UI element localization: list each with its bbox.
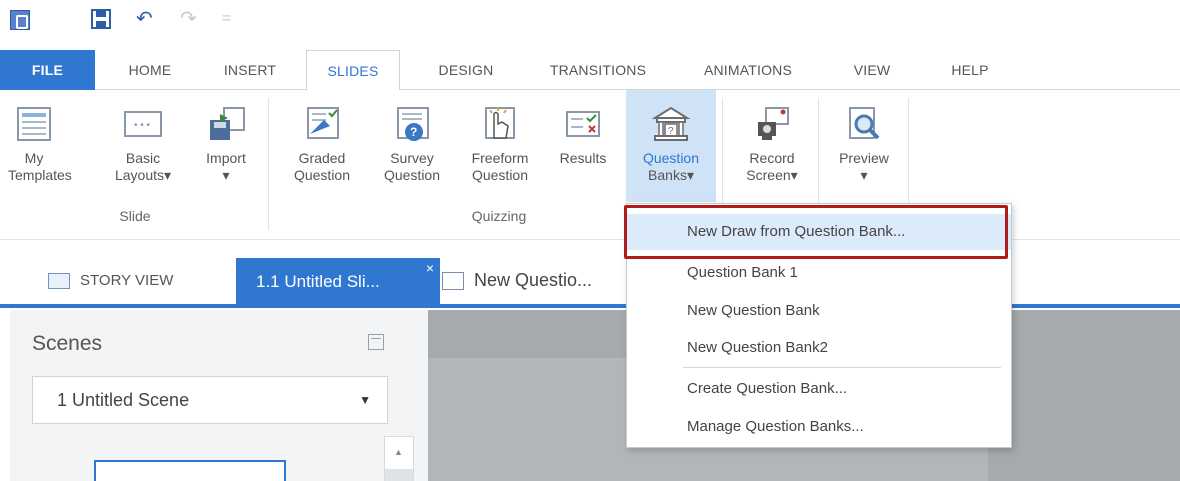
ribbon-separator: [268, 98, 269, 230]
story-view-icon: [48, 273, 70, 290]
import-button[interactable]: Import ▾: [194, 90, 258, 184]
survey-question-button[interactable]: ? Survey Question: [376, 90, 448, 184]
slide-thumbnail[interactable]: [94, 460, 286, 481]
menu-item-label: Create Question Bank...: [687, 380, 848, 397]
story-view-label: STORY VIEW: [80, 272, 174, 289]
app-logo-icon: [10, 10, 30, 30]
ribbon-tabs: FILE HOME INSERT SLIDES DESIGN TRANSITIONS ANI…: [0, 50, 1180, 91]
basic-layouts-label-2: Layouts▾: [114, 167, 172, 183]
results-button[interactable]: Results: [550, 90, 616, 167]
tab-slides[interactable]: SLIDES: [306, 50, 400, 91]
graded-question-button[interactable]: Graded Question: [282, 90, 362, 184]
question-banks-button[interactable]: ? Question Banks▾: [626, 90, 716, 202]
svg-text:• • •: • • •: [134, 120, 151, 131]
freeform-question-button[interactable]: Freeform Question: [458, 90, 542, 184]
results-icon: [566, 111, 600, 137]
my-templates-label-2: Templates: [8, 167, 72, 183]
layouts-icon: • • •: [124, 111, 162, 137]
redo-icon[interactable]: ↷: [180, 8, 197, 30]
restore-panel-icon[interactable]: [368, 334, 384, 350]
survey-question-label-2: Question: [383, 167, 441, 183]
story-view-tab[interactable]: STORY VIEW: [48, 272, 174, 290]
scene-selector[interactable]: 1 Untitled Scene ▼: [32, 376, 388, 424]
freeform-question-icon: [485, 107, 515, 139]
results-label: Results: [559, 150, 607, 166]
question-banks-label-2: Banks▾: [648, 167, 694, 183]
question-tab[interactable]: New Questio...: [442, 270, 592, 291]
survey-question-icon: ?: [397, 107, 429, 141]
preview-caret: ▾: [860, 167, 868, 183]
scenes-title: Scenes: [32, 332, 103, 355]
preview-label: Preview: [839, 150, 889, 166]
scenes-scrollbar[interactable]: ▲: [384, 436, 414, 481]
import-label: Import: [206, 150, 246, 166]
menu-item-new-question-bank2[interactable]: New Question Bank2: [627, 330, 1011, 366]
save-icon[interactable]: [90, 8, 112, 35]
menu-item-create-question-bank[interactable]: Create Question Bank...: [627, 371, 1011, 407]
question-tab-label: New Questio...: [474, 270, 593, 290]
tab-home[interactable]: HOME: [117, 50, 183, 90]
menu-item-label: New Question Bank: [687, 302, 820, 319]
menu-item-new-question-bank[interactable]: New Question Bank: [627, 293, 1011, 329]
my-templates-label: My: [24, 150, 44, 166]
menu-item-label: Question Bank 1: [687, 264, 798, 281]
customize-qat-icon[interactable]: =: [222, 8, 231, 30]
scroll-up-icon[interactable]: ▲: [394, 447, 403, 457]
group-label-slide: Slide: [119, 208, 151, 224]
group-label-quizzing: Quizzing: [471, 208, 527, 224]
menu-item-label: New Question Bank2: [687, 339, 828, 356]
menu-item-question-bank-1[interactable]: Question Bank 1: [627, 255, 1011, 291]
preview-button[interactable]: Preview ▾: [826, 90, 902, 184]
record-screen-label: Record: [749, 150, 795, 166]
slide-tab-label: 1.1 Untitled Sli...: [256, 272, 380, 291]
slide-tab-active[interactable]: 1.1 Untitled Sli... ×: [236, 258, 440, 306]
basic-layouts-button[interactable]: • • • Basic Layouts▾: [112, 90, 174, 184]
question-banks-menu: New Draw from Question Bank... Question …: [626, 203, 1012, 448]
scene-selector-value: 1 Untitled Scene: [57, 390, 190, 410]
question-banks-label: Question: [642, 150, 700, 166]
tab-transitions[interactable]: TRANSITIONS: [538, 50, 658, 90]
record-screen-label-2: Screen▾: [746, 167, 798, 183]
import-caret: ▾: [222, 167, 230, 183]
tab-design[interactable]: DESIGN: [431, 50, 501, 90]
close-tab-icon[interactable]: ×: [426, 244, 434, 292]
graded-question-icon: [307, 107, 339, 139]
scroll-thumb[interactable]: [385, 469, 413, 481]
import-icon: [210, 107, 245, 140]
preview-icon: [849, 107, 880, 140]
basic-layouts-label: Basic: [125, 150, 161, 166]
menu-item-new-draw[interactable]: New Draw from Question Bank...: [627, 214, 1011, 250]
tab-help[interactable]: HELP: [945, 50, 995, 90]
freeform-question-label: Freeform: [471, 150, 529, 166]
my-templates-button[interactable]: My Templates: [8, 90, 72, 184]
record-screen-icon: [758, 107, 789, 140]
menu-item-manage-question-banks[interactable]: Manage Question Banks...: [627, 409, 1011, 445]
tab-file[interactable]: FILE: [0, 50, 95, 90]
tab-view[interactable]: VIEW: [847, 50, 897, 90]
bank-icon: ?: [651, 106, 691, 141]
svg-text:?: ?: [410, 125, 417, 139]
record-screen-button[interactable]: Record Screen▾: [734, 90, 810, 184]
chevron-down-icon: ▼: [359, 393, 371, 407]
menu-item-label: New Draw from Question Bank...: [687, 223, 906, 240]
survey-question-label: Survey: [390, 150, 434, 166]
templates-icon: [17, 107, 51, 141]
graded-question-label-2: Question: [293, 167, 351, 183]
menu-item-label: Manage Question Banks...: [687, 418, 864, 435]
graded-question-label: Graded: [298, 150, 346, 166]
question-slide-icon: [442, 272, 464, 291]
scenes-panel: Scenes 1 Untitled Scene ▼ ▲: [10, 310, 428, 481]
tab-animations[interactable]: ANIMATIONS: [690, 50, 806, 90]
tab-insert[interactable]: INSERT: [215, 50, 285, 90]
freeform-question-label-2: Question: [471, 167, 529, 183]
quick-access-toolbar: ↶ ↷ =: [0, 0, 1180, 42]
menu-separator: [683, 367, 1001, 368]
undo-icon[interactable]: ↶: [136, 8, 153, 30]
